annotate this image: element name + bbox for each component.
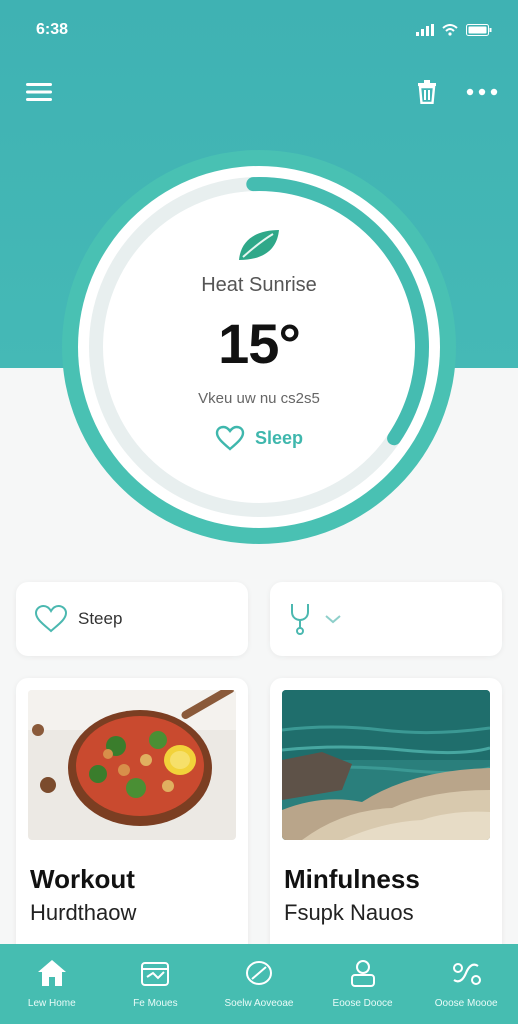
status-time: 6:38 — [36, 21, 69, 38]
tab-label: Fe Moues — [133, 998, 178, 1009]
ring-value: 15° — [218, 312, 301, 375]
heart-icon — [34, 604, 68, 633]
status-icons — [416, 24, 492, 36]
tab-label: Eoose Dooce — [332, 998, 393, 1009]
profile-icon — [350, 960, 375, 987]
route-icon — [453, 963, 482, 985]
more-icon[interactable] — [466, 88, 498, 96]
card-subtitle: Fsupk Nauos — [284, 900, 414, 925]
tab-label: Soelw Aoveoae — [224, 998, 294, 1009]
card-title: Minfulness — [284, 864, 420, 894]
calendar-icon — [141, 962, 170, 986]
tab-moues[interactable]: Fe Moues — [104, 944, 207, 1009]
ring-center: Heat Sunrise 15° Vkeu uw nu cs2s5 Sleep — [62, 150, 456, 544]
steep-label: Steep — [78, 609, 123, 628]
workout-card[interactable]: Workout Hurdthaow — [16, 678, 248, 978]
progress-ring-widget[interactable]: Heat Sunrise 15° Vkeu uw nu cs2s5 Sleep — [62, 150, 456, 544]
leaf-icon — [245, 961, 272, 985]
stethoscope-icon — [291, 604, 309, 635]
tab-label: Lew Home — [27, 998, 76, 1009]
bottom-tab-bar: Lew Home Fe Moues Soelw Aoveoae Eoose Do… — [0, 944, 518, 1024]
ocean-shore-image — [282, 690, 490, 840]
top-toolbar — [26, 76, 498, 108]
trash-icon[interactable] — [416, 80, 438, 104]
steep-quick-card[interactable]: Steep — [16, 582, 248, 656]
tab-home[interactable]: Lew Home — [0, 944, 103, 1009]
menu-icon[interactable] — [26, 81, 54, 103]
card-subtitle: Hurdthaow — [30, 900, 137, 925]
heart-icon — [215, 425, 245, 451]
sleep-action-label: Sleep — [254, 427, 304, 448]
mindfulness-card[interactable]: Minfulness Fsupk Nauos — [270, 678, 502, 978]
ring-label: Heat Sunrise — [201, 274, 317, 296]
toolbar-actions — [416, 80, 498, 104]
tab-dooce[interactable]: Eoose Dooce — [311, 944, 414, 1009]
tab-moooe[interactable]: Ooose Moooe — [415, 944, 518, 1009]
status-bar: 6:38 — [36, 18, 492, 42]
signal-icon — [416, 24, 434, 36]
tab-label: Ooose Moooe — [434, 998, 498, 1009]
food-bowl-image — [28, 690, 236, 840]
sleep-action[interactable]: Sleep — [215, 425, 303, 451]
battery-icon — [466, 24, 492, 36]
health-quick-card[interactable] — [270, 582, 502, 656]
wifi-icon — [442, 24, 458, 36]
tab-aoveoae[interactable]: Soelw Aoveoae — [207, 944, 310, 1009]
ring-subtitle: Vkeu uw nu cs2s5 — [198, 390, 320, 407]
card-title: Workout — [30, 864, 135, 894]
leaf-icon — [239, 230, 279, 260]
chevron-down-icon[interactable] — [324, 614, 342, 624]
home-icon — [37, 960, 66, 986]
